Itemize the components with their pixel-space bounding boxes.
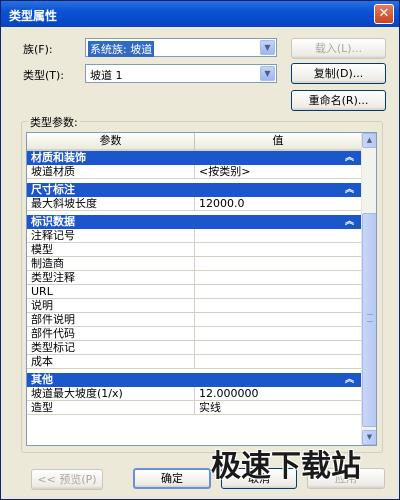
- preview-button[interactable]: << 预览(P): [31, 469, 103, 490]
- group-header-label: 材质和装饰: [31, 151, 86, 164]
- param-name-cell: 说明: [27, 299, 195, 313]
- param-value-cell[interactable]: 实线: [195, 401, 362, 415]
- param-name-cell: URL: [27, 285, 195, 299]
- chevron-double-up-icon[interactable]: ︽: [345, 215, 354, 229]
- table-row[interactable]: 模型: [27, 243, 362, 257]
- param-value-cell[interactable]: 12.000000: [195, 387, 362, 401]
- vertical-scrollbar[interactable]: ▲ ▼: [361, 133, 376, 445]
- param-name-cell: 部件代码: [27, 327, 195, 341]
- duplicate-button[interactable]: 复制(D)...: [291, 63, 386, 84]
- param-value-cell[interactable]: [195, 229, 362, 243]
- param-name-cell: 类型注释: [27, 271, 195, 285]
- grip-icon: [367, 314, 373, 322]
- param-name-cell: 模型: [27, 243, 195, 257]
- table-row[interactable]: 说明: [27, 299, 362, 313]
- ok-button[interactable]: 确定: [133, 468, 211, 489]
- table-row[interactable]: 最大斜坡长度 12000.0: [27, 197, 362, 211]
- table-body: 材质和装饰 ︽ 坡道材质 <按类别> 尺寸标注 ︽ 最大斜坡长度 12000.0 标识数据 ︽ 注释…: [27, 151, 362, 415]
- table-row[interactable]: 部件代码: [27, 327, 362, 341]
- load-button[interactable]: 载入(L)...: [291, 38, 386, 59]
- param-name-cell: 坡道最大坡度(1/x): [27, 387, 195, 401]
- param-value-cell[interactable]: <按类别>: [195, 165, 362, 179]
- column-header-value[interactable]: 值: [195, 133, 362, 151]
- type-select[interactable]: 坡道 1 ▼: [85, 64, 277, 83]
- table-row[interactable]: 制造商: [27, 257, 362, 271]
- param-name-cell: 制造商: [27, 257, 195, 271]
- chevron-down-icon[interactable]: ▼: [260, 66, 275, 81]
- type-properties-dialog: 类型属性 ✕ 族(F): 系统族: 坡道 ▼ 载入(L)... 类型(T): 坡…: [0, 0, 400, 500]
- chevron-down-icon[interactable]: ▼: [260, 40, 275, 55]
- param-name-cell: 部件说明: [27, 313, 195, 327]
- param-name-cell: 坡道材质: [27, 165, 195, 179]
- group-header-row[interactable]: 其他 ︽: [27, 373, 362, 387]
- table-row[interactable]: 部件说明: [27, 313, 362, 327]
- param-value-cell[interactable]: [195, 243, 362, 257]
- param-name-cell: 最大斜坡长度: [27, 197, 195, 211]
- param-value-cell[interactable]: [195, 327, 362, 341]
- table-row[interactable]: URL: [27, 285, 362, 299]
- table-row[interactable]: 类型标记: [27, 341, 362, 355]
- group-header-row[interactable]: 材质和装饰 ︽: [27, 151, 362, 165]
- group-header-row[interactable]: 尺寸标注 ︽: [27, 183, 362, 197]
- parameters-table: 参数 值 材质和装饰 ︽ 坡道材质 <按类别> 尺寸标注 ︽ 最大斜坡长度 12000.0 标识…: [26, 132, 377, 446]
- chevron-double-up-icon[interactable]: ︽: [345, 183, 354, 197]
- table-row[interactable]: 造型 实线: [27, 401, 362, 415]
- scroll-thumb[interactable]: [362, 213, 376, 427]
- group-header-label: 其他: [31, 373, 53, 386]
- param-value-cell[interactable]: [195, 355, 362, 369]
- param-name-cell: 注释记号: [27, 229, 195, 243]
- param-value-cell[interactable]: [195, 299, 362, 313]
- chevron-double-up-icon[interactable]: ︽: [345, 373, 354, 387]
- type-select-value: 坡道 1: [90, 69, 123, 82]
- column-header-param[interactable]: 参数: [27, 133, 195, 151]
- scroll-up-button[interactable]: ▲: [362, 133, 376, 148]
- param-value-cell[interactable]: [195, 285, 362, 299]
- table-row[interactable]: 坡道最大坡度(1/x) 12.000000: [27, 387, 362, 401]
- param-value-cell[interactable]: [195, 257, 362, 271]
- family-label: 族(F):: [23, 43, 53, 56]
- param-name-cell: 类型标记: [27, 341, 195, 355]
- param-value-cell[interactable]: 12000.0: [195, 197, 362, 211]
- group-header-row[interactable]: 标识数据 ︽: [27, 215, 362, 229]
- table-row[interactable]: 类型注释: [27, 271, 362, 285]
- table-row[interactable]: 成本: [27, 355, 362, 369]
- type-label: 类型(T):: [23, 69, 65, 82]
- rename-button[interactable]: 重命名(R)...: [291, 90, 386, 111]
- family-select[interactable]: 系统族: 坡道 ▼: [85, 38, 277, 57]
- table-row[interactable]: 注释记号: [27, 229, 362, 243]
- watermark-logo: 极速下载站: [211, 449, 361, 484]
- family-select-value: 系统族: 坡道: [88, 41, 155, 57]
- table-row[interactable]: 坡道材质 <按类别>: [27, 165, 362, 179]
- close-button[interactable]: ✕: [374, 4, 394, 24]
- param-value-cell[interactable]: [195, 313, 362, 327]
- param-value-cell[interactable]: [195, 271, 362, 285]
- title-bar: 类型属性 ✕: [1, 1, 399, 27]
- window-title: 类型属性: [9, 9, 58, 23]
- group-header-label: 标识数据: [31, 215, 75, 228]
- chevron-double-up-icon[interactable]: ︽: [345, 151, 354, 165]
- param-name-cell: 造型: [27, 401, 195, 415]
- table-header: 参数 值: [27, 133, 362, 151]
- param-name-cell: 成本: [27, 355, 195, 369]
- group-header-label: 尺寸标注: [31, 183, 75, 196]
- type-parameters-label: 类型参数:: [28, 114, 80, 130]
- param-value-cell[interactable]: [195, 341, 362, 355]
